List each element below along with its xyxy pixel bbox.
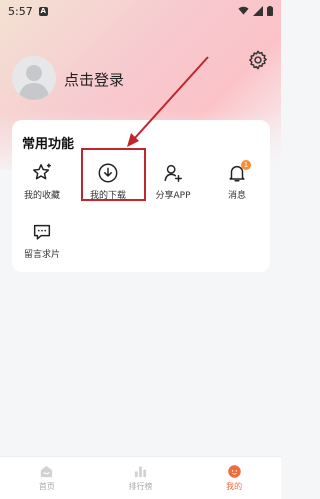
message-bubble-icon (33, 224, 51, 240)
feature-share-app[interactable]: 分享APP (145, 162, 201, 201)
feature-request-movie-label: 留言求片 (23, 250, 60, 260)
tab-home[interactable]: 首页 (0, 457, 94, 499)
star-sparkle-icon (33, 163, 51, 180)
tab-ranking[interactable]: 排行榜 (94, 457, 188, 499)
notification-icon: A (38, 6, 48, 16)
tab-mine[interactable]: 我的 (187, 457, 281, 499)
avatar[interactable] (12, 56, 56, 100)
tab-home-label: 首页 (38, 482, 55, 491)
feature-downloads-label: 我的下载 (89, 191, 126, 201)
feature-favorites[interactable]: 我的收藏 (14, 162, 70, 201)
feature-messages[interactable]: 1 消息 (209, 160, 265, 201)
features-card-title: 常用功能 (22, 137, 75, 152)
feature-share-app-label: 分享APP (155, 191, 191, 201)
feature-request-movie[interactable]: 留言求片 (14, 221, 70, 260)
messages-badge: 1 (241, 160, 251, 170)
login-link[interactable]: 点击登录 (64, 69, 124, 90)
default-avatar-icon (18, 65, 50, 100)
feature-favorites-label: 我的收藏 (23, 191, 60, 201)
tab-mine-label: 我的 (226, 482, 243, 491)
bar-chart-icon (134, 466, 147, 478)
tab-ranking-label: 排行榜 (128, 482, 153, 491)
bottom-tab-bar: 首页 排行榜 我的 (0, 456, 281, 499)
feature-downloads[interactable]: 我的下载 (80, 162, 136, 201)
feature-messages-label: 消息 (227, 191, 246, 201)
features-card: 常用功能 我的收藏 我的下载 分享APP 1 消息 留言求片 (12, 120, 270, 272)
download-icon (98, 163, 118, 183)
home-icon (41, 465, 53, 478)
battery-icon (267, 6, 273, 16)
signal-icon (253, 6, 263, 16)
settings-gear-icon[interactable] (247, 49, 269, 71)
status-bar: 5:57 A (0, 0, 281, 22)
status-time: 5:57 (8, 4, 33, 18)
status-right-icons (238, 6, 273, 16)
wifi-icon (238, 6, 249, 15)
user-add-icon (164, 164, 182, 182)
profile-face-icon (227, 465, 241, 478)
